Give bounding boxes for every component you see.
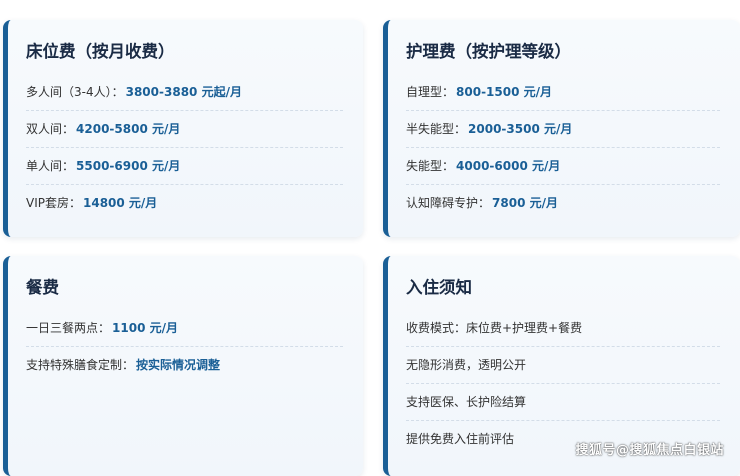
card-nursing-fee: 护理费（按护理等级） 自理型： 800-1500 元/月 半失能型： 2000-35… [383,20,740,237]
item-label: 支持医保、长护险结算 [406,395,527,409]
item-value: 1100 元/月 [112,321,178,335]
item-value: 按实际情况调整 [136,358,221,372]
card-title: 床位费（按月收费） [26,42,175,61]
item-value: 7800 元/月 [492,196,558,210]
item-value: 2000-3500 元/月 [468,122,573,136]
item-value: 14800 元/月 [83,196,158,210]
item-label: 一日三餐两点： [26,321,111,335]
card-title: 餐费 [26,278,59,297]
list-item: 收费模式：床位费+护理费+餐费 [406,310,720,347]
list-item: 多人间（3-4人）： 3800-3880 元起/月 [26,74,343,111]
item-value: 5500-6900 元/月 [76,159,181,173]
item-value: 4000-6000 元/月 [456,159,561,173]
item-label: 认知障碍专护： [406,196,491,210]
list-item: 半失能型： 2000-3500 元/月 [406,111,720,148]
item-label: 失能型： [406,159,455,173]
card-bed-fee: 床位费（按月收费） 多人间（3-4人）： 3800-3880 元起/月 双人间： 4… [3,20,363,237]
list-item: 自理型： 800-1500 元/月 [406,74,720,111]
card-title: 入住须知 [406,278,472,297]
item-label: 双人间： [26,122,75,136]
card-title: 护理费（按护理等级） [406,42,571,61]
item-value: 4200-5800 元/月 [76,122,181,136]
list-item: 认知障碍专护： 7800 元/月 [406,185,720,221]
list-item: 支持特殊膳食定制： 按实际情况调整 [26,347,343,383]
item-label: 自理型： [406,85,455,99]
item-value: 3800-3880 元起/月 [125,85,242,99]
list-item: 双人间： 4200-5800 元/月 [26,111,343,148]
list-item: 失能型： 4000-6000 元/月 [406,148,720,185]
item-label: 支持特殊膳食定制： [26,358,135,372]
list-item: 一日三餐两点： 1100 元/月 [26,310,343,347]
item-label: 半失能型： [406,122,467,136]
item-label: 提供免费入住前评估 [406,432,515,446]
item-label: VIP套房： [26,196,81,210]
item-value: 800-1500 元/月 [456,85,553,99]
item-label: 多人间（3-4人）： [26,85,124,99]
item-label: 无隐形消费，透明公开 [406,358,527,372]
list-item: 单人间： 5500-6900 元/月 [26,148,343,185]
card-meal-fee: 餐费 一日三餐两点： 1100 元/月 支持特殊膳食定制： 按实际情况调整 [3,256,363,476]
list-item: 无隐形消费，透明公开 [406,347,720,384]
watermark: 搜狐号@搜狐焦点白银站 [575,443,724,458]
item-label: 收费模式：床位费+护理费+餐费 [406,321,583,335]
list-item: 支持医保、长护险结算 [406,384,720,421]
item-label: 单人间： [26,159,75,173]
list-item: VIP套房： 14800 元/月 [26,185,343,221]
